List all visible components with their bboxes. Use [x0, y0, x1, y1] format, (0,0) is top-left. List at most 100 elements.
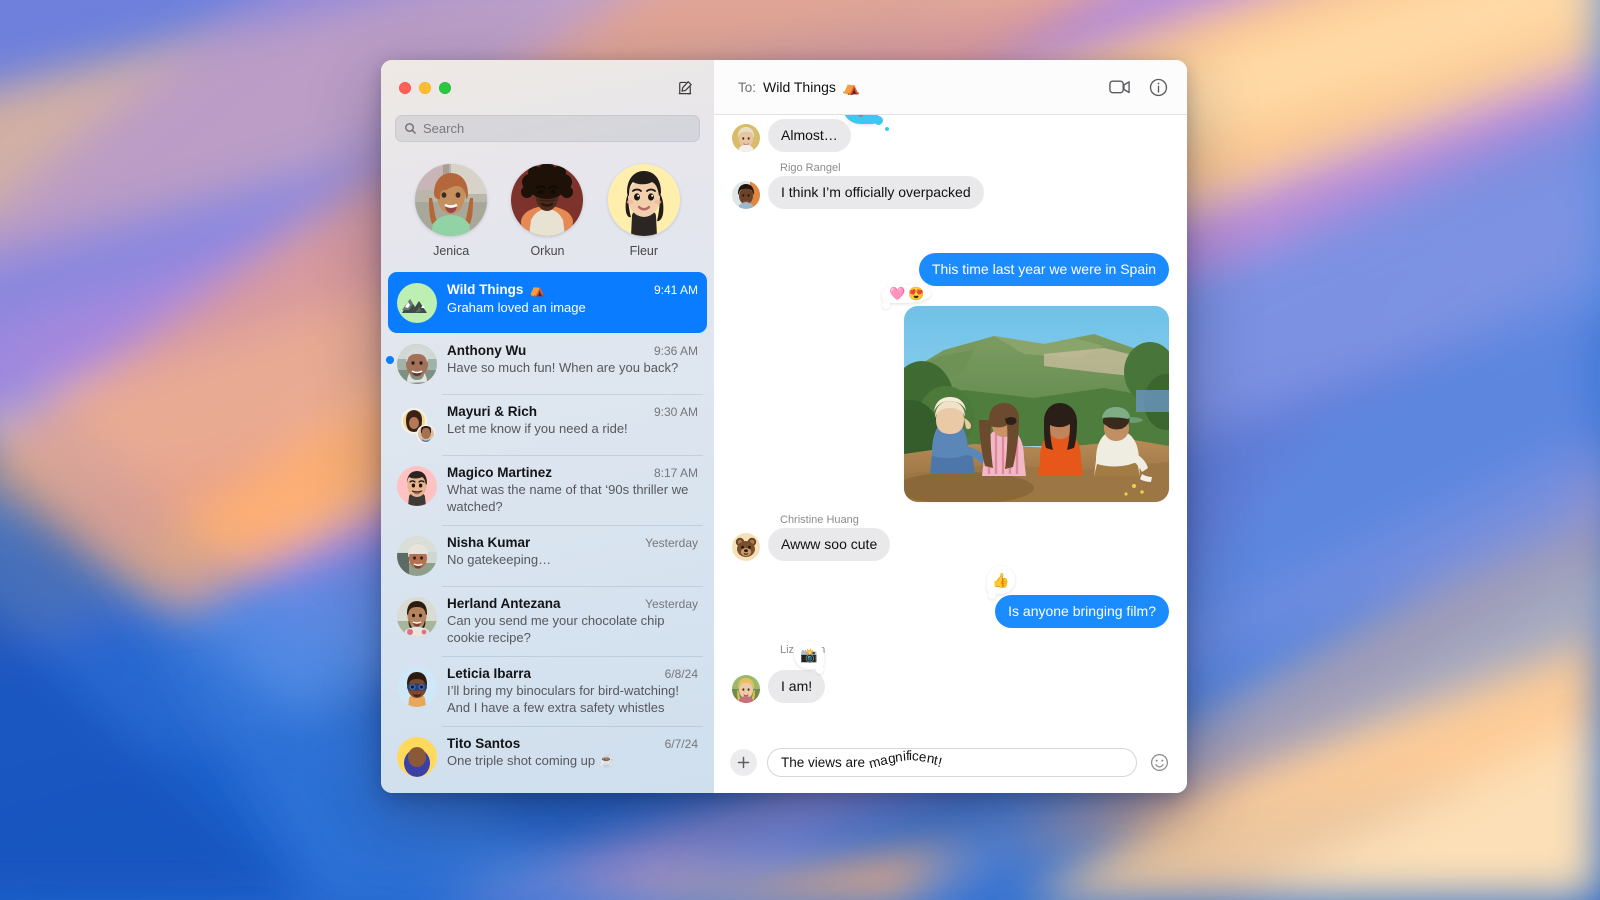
- close-button[interactable]: [399, 81, 411, 94]
- info-circle-icon[interactable]: [1146, 75, 1170, 99]
- conversation-preview: Let me know if you need a ride!: [447, 421, 628, 436]
- conversation-name: Anthony Wu: [447, 343, 527, 358]
- conversation-preview: Graham loved an image: [447, 300, 586, 315]
- avatar: [732, 533, 760, 561]
- avatar: [397, 283, 437, 323]
- thumbs-up-icon: 👍: [992, 572, 1010, 588]
- heart-icon: 💝: [853, 115, 869, 117]
- conversation-preview: Have so much fun! When are you back?: [447, 360, 679, 375]
- camera-flash-icon: 📸: [800, 647, 818, 663]
- avatar: [397, 667, 437, 707]
- to-label: To:: [738, 79, 757, 95]
- avatar: [397, 405, 437, 445]
- search-icon: [404, 122, 417, 135]
- photo-four-friends-hilltop[interactable]: [904, 306, 1169, 502]
- smiley-face-icon[interactable]: [1147, 751, 1171, 775]
- conversation-row-leticia-ibarra[interactable]: Leticia Ibarra 6/8/24 I’ll bring my bino…: [388, 656, 707, 726]
- message-row-film: Is anyone bringing film? 👍: [732, 566, 1169, 628]
- conversation-preview: No gatekeeping…: [447, 552, 552, 567]
- conversation-name: Nisha Kumar: [447, 535, 531, 550]
- compose-pencil-icon[interactable]: [672, 75, 698, 101]
- pinned-contact-label: Orkun: [530, 244, 565, 258]
- message-row-i-am: I am! 📸: [732, 641, 1169, 703]
- search-input[interactable]: [423, 121, 691, 136]
- conversation-time: 9:30 AM: [653, 405, 698, 419]
- message-bubble[interactable]: Awww soo cute: [768, 528, 891, 561]
- conversation-row-anthony-wu[interactable]: Anthony Wu 9:36 AM Have so much fun! Whe…: [386, 333, 707, 394]
- conversation-time: 6/7/24: [664, 737, 698, 751]
- conversation-pane: To: Wild Things ⛺ Almost… Rigo Rangel I …: [714, 60, 1187, 793]
- sidebar-titlebar: [381, 60, 714, 115]
- plus-icon[interactable]: [730, 749, 757, 776]
- avatar: [397, 466, 437, 506]
- conversation-name: Magico Martinez: [447, 465, 553, 480]
- conversation-list[interactable]: Wild Things ⛺ 9:41 AM Graham loved an im…: [381, 268, 714, 793]
- message-row-almost: Almost… 💝: [732, 115, 1169, 152]
- conversation-name: Herland Antezana: [447, 596, 561, 611]
- pinned-contact-jenica[interactable]: Jenica: [408, 164, 494, 258]
- compose-bar: The views are magnificent!: [714, 738, 1187, 793]
- avatar: [511, 164, 584, 236]
- minimize-button[interactable]: [419, 81, 431, 94]
- conversation-time: 9:36 AM: [653, 344, 698, 358]
- conversation-row-nisha-kumar[interactable]: Nisha Kumar Yesterday No gatekeeping…: [388, 525, 707, 586]
- conversation-preview: I’ll bring my binoculars for bird-watchi…: [447, 683, 679, 715]
- tent-icon: ⛺: [842, 78, 861, 95]
- message-row-overpacked: I think I’m officially overpacked: [732, 176, 1169, 209]
- message-bubble[interactable]: Is anyone bringing film?: [995, 595, 1169, 628]
- message-bubble[interactable]: This time last year we were in Spain: [918, 253, 1169, 286]
- message-row-awww: Awww soo cute: [732, 528, 1169, 561]
- message-sender-name: Rigo Rangel: [780, 162, 841, 174]
- tapback-heart-and-heart-eyes[interactable]: 🩷 😍: [877, 284, 932, 315]
- message-group-rigo-rangel: Rigo Rangel I think I’m officially overp…: [732, 162, 1169, 209]
- message-row-photo: 🩷 😍: [732, 284, 1169, 502]
- conversation-time: 6/8/24: [664, 667, 698, 681]
- message-bubble[interactable]: I am!: [768, 670, 826, 703]
- conversation-name: Tito Santos: [447, 736, 521, 751]
- messages-window: Jenica: [381, 60, 1187, 793]
- pinned-contact-fleur[interactable]: Fleur: [601, 164, 687, 258]
- conversation-row-tito-santos[interactable]: Tito Santos 6/7/24 One triple shot comin…: [388, 726, 707, 787]
- heart-eyes-icon: 😍: [908, 286, 925, 301]
- tapback-thumbs-up[interactable]: 👍: [983, 566, 1016, 605]
- unread-indicator: [386, 356, 394, 364]
- heart-icon: 🩷: [889, 286, 906, 301]
- photo-attachment[interactable]: 🩷 😍: [877, 284, 1169, 502]
- search-box[interactable]: [395, 115, 700, 142]
- message-bubble[interactable]: I think I’m officially overpacked: [768, 176, 984, 209]
- video-camera-icon[interactable]: [1108, 75, 1132, 99]
- conversation-name: Mayuri & Rich: [447, 404, 538, 419]
- search-container: [381, 115, 714, 142]
- tapback-heart[interactable]: 💝: [844, 115, 889, 131]
- conversation-row-mayuri-rich[interactable]: Mayuri & Rich 9:30 AM Let me know if you…: [388, 394, 707, 455]
- avatar: [397, 344, 437, 384]
- message-input-prefix: The views are: [781, 755, 869, 770]
- avatar: [732, 124, 760, 152]
- message-row-spain: This time last year we were in Spain: [732, 253, 1169, 286]
- message-group-liz-dizon: Liz Dizon: [732, 641, 1169, 703]
- avatar: [397, 737, 437, 777]
- conversation-row-magico-martinez[interactable]: Magico Martinez 8:17 AM What was the nam…: [388, 455, 707, 525]
- conversation-preview: Can you send me your chocolate chip cook…: [447, 613, 665, 645]
- avatar: [397, 597, 437, 637]
- conversation-time: Yesterday: [645, 536, 698, 550]
- recipient-name[interactable]: Wild Things: [763, 79, 836, 95]
- pinned-contact-label: Fleur: [629, 244, 659, 258]
- conversation-preview: One triple shot coming up ☕: [447, 753, 615, 768]
- pinned-contact-label: Jenica: [433, 244, 470, 258]
- conversation-row-herland-antezana[interactable]: Herland Antezana Yesterday Can you send …: [388, 586, 707, 656]
- message-input[interactable]: The views are magnificent!: [767, 748, 1137, 777]
- conversation-name: Leticia Ibarra: [447, 666, 532, 681]
- message-sender-name: Christine Huang: [780, 514, 859, 526]
- avatar: [732, 675, 760, 703]
- conversation-row-wild-things[interactable]: Wild Things ⛺ 9:41 AM Graham loved an im…: [388, 272, 707, 333]
- zoom-button[interactable]: [439, 81, 451, 94]
- tent-icon: ⛺: [529, 282, 546, 297]
- pinned-contact-orkun[interactable]: Orkun: [504, 164, 590, 258]
- message-sender-name: Liz Dizon: [780, 644, 825, 656]
- message-thread[interactable]: Almost… 💝 Rigo Rangel: [714, 115, 1187, 738]
- avatar: [415, 164, 488, 236]
- tapback-camera-flash[interactable]: 📸: [794, 641, 829, 680]
- message-group-christine-huang: Christine Huang Awww soo cute: [732, 514, 1169, 561]
- message-bubble[interactable]: Almost…: [768, 119, 851, 152]
